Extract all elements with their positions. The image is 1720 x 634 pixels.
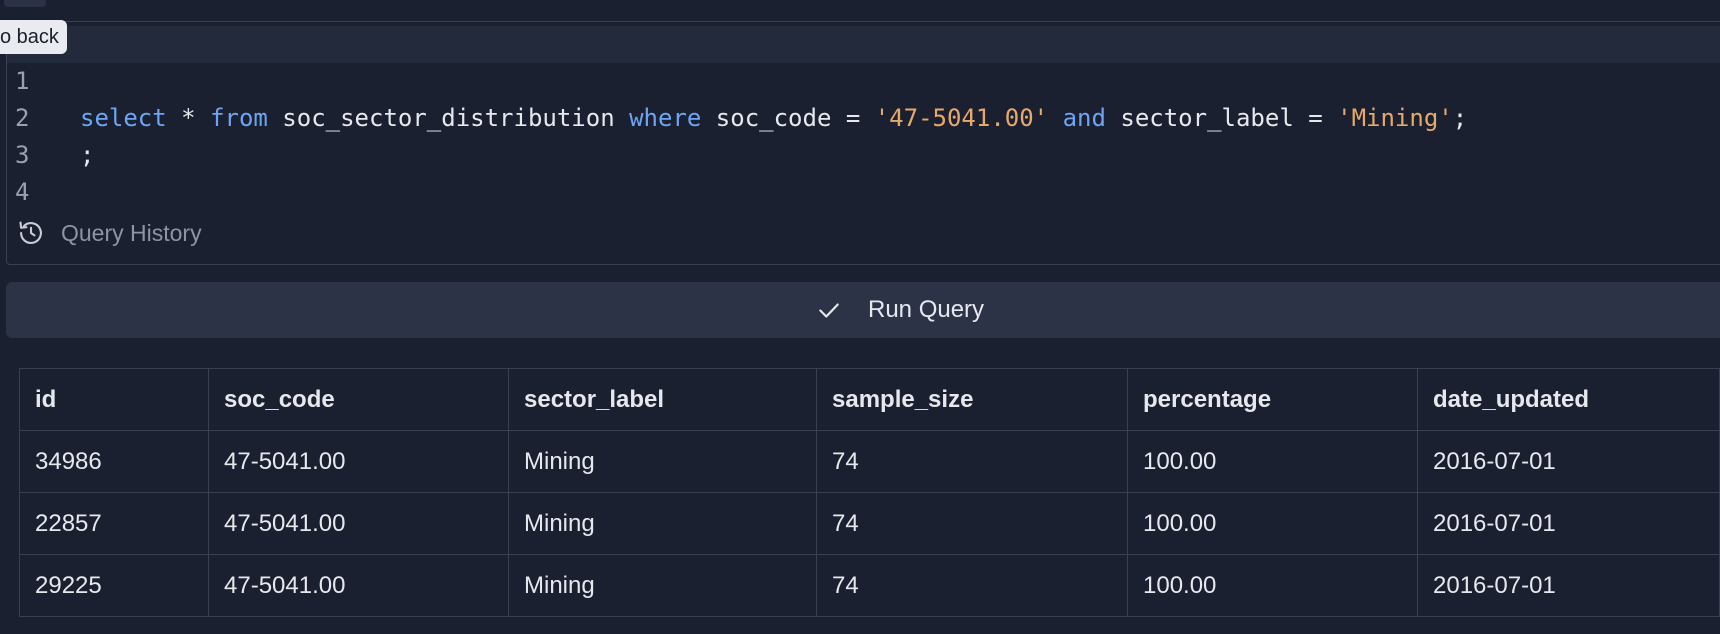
run-query-content: Run Query: [816, 282, 984, 338]
table-row: 29225 47-5041.00 Mining 74 100.00 2016-0…: [19, 554, 1720, 617]
table-cell: 29225: [19, 554, 209, 617]
run-query-button[interactable]: Run Query: [6, 282, 1720, 338]
check-icon: [819, 303, 839, 318]
sql-editor[interactable]: 1 select * from soc_sector_distribution …: [6, 21, 1720, 265]
editor-line-2[interactable]: 2 ;: [7, 63, 1720, 169]
query-history-label: Query History: [61, 219, 202, 246]
table-cell: Mining: [508, 430, 817, 493]
table-cell: 2016-07-01: [1417, 430, 1720, 493]
editor-line-1[interactable]: 1 select * from soc_sector_distribution …: [7, 26, 1720, 132]
table-cell: 47-5041.00: [208, 430, 509, 493]
table-cell: 2016-07-01: [1417, 554, 1720, 617]
results-table: id soc_code sector_label sample_size per…: [19, 368, 1720, 617]
table-cell: 34986: [19, 430, 209, 493]
table-header-row: id soc_code sector_label sample_size per…: [19, 368, 1720, 431]
column-header[interactable]: soc_code: [208, 368, 509, 431]
column-header[interactable]: percentage: [1127, 368, 1418, 431]
editor-line-3[interactable]: 3: [7, 100, 1720, 169]
table-cell: 22857: [19, 492, 209, 555]
column-header[interactable]: id: [19, 368, 209, 431]
table-row: 22857 47-5041.00 Mining 74 100.00 2016-0…: [19, 492, 1720, 555]
line-number: 4: [15, 178, 30, 206]
run-query-label: Run Query: [868, 296, 985, 323]
table-cell: 100.00: [1127, 492, 1418, 555]
table-cell: 2016-07-01: [1417, 492, 1720, 555]
table-cell: 100.00: [1127, 554, 1418, 617]
history-icon: [19, 221, 42, 244]
column-header[interactable]: sample_size: [816, 368, 1128, 431]
table-cell: Mining: [508, 492, 817, 555]
table-cell: Mining: [508, 554, 817, 617]
column-header[interactable]: sector_label: [508, 368, 817, 431]
table-cell: 74: [816, 492, 1128, 555]
editor-line-4[interactable]: 4: [7, 137, 1720, 206]
go-back-tooltip[interactable]: o back: [0, 20, 67, 54]
table-cell: 74: [816, 554, 1128, 617]
table-row: 34986 47-5041.00 Mining 74 100.00 2016-0…: [19, 430, 1720, 493]
query-history-button[interactable]: Query History: [17, 218, 202, 248]
table-cell: 74: [816, 430, 1128, 493]
column-header[interactable]: date_updated: [1417, 368, 1720, 431]
toolbar-stub[interactable]: [4, 0, 46, 7]
table-cell: 100.00: [1127, 430, 1418, 493]
table-cell: 47-5041.00: [208, 554, 509, 617]
table-cell: 47-5041.00: [208, 492, 509, 555]
sql-query-page: 1 select * from soc_sector_distribution …: [0, 0, 1720, 634]
